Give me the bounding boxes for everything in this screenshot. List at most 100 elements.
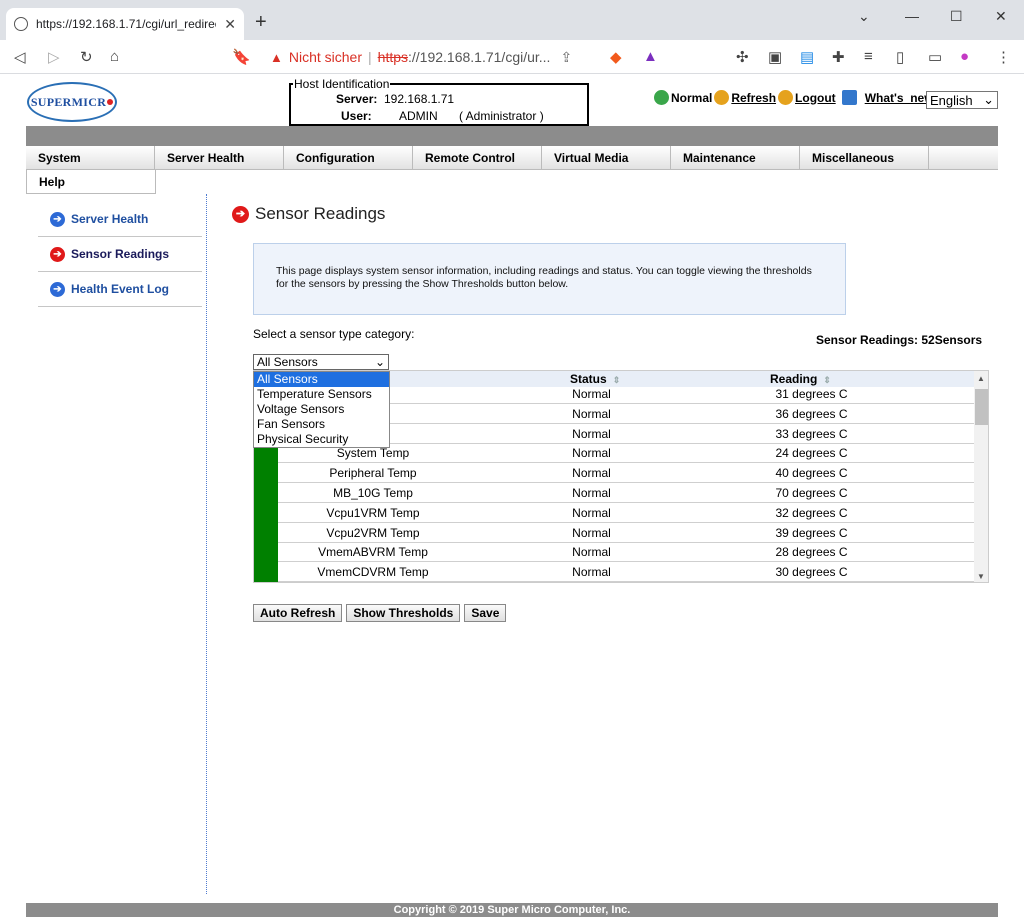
- sidebar-divider: [206, 194, 207, 894]
- menu-maintenance[interactable]: Maintenance: [671, 146, 800, 170]
- menu-remote-control[interactable]: Remote Control: [413, 146, 542, 170]
- option-fan-sensors[interactable]: Fan Sensors: [254, 417, 389, 432]
- status-indicator: [254, 562, 278, 582]
- menu-miscellaneous[interactable]: Miscellaneous: [800, 146, 929, 170]
- sensor-type-dropdown: All Sensors Temperature Sensors Voltage …: [253, 371, 390, 448]
- footer: Copyright © 2019 Super Micro Computer, I…: [26, 903, 998, 917]
- table-scrollbar[interactable]: ▲ ▼: [974, 371, 988, 582]
- new-tab-icon[interactable]: +: [255, 11, 267, 34]
- select-label: Select a sensor type category:: [253, 327, 415, 341]
- sidebar-item-sensor-readings[interactable]: ➔ Sensor Readings: [38, 237, 202, 272]
- sensor-name: Vcpu1VRM Temp: [326, 505, 420, 520]
- back-icon[interactable]: ◁: [14, 48, 26, 66]
- sidebar-item-server-health[interactable]: ➔ Server Health: [38, 202, 202, 237]
- scroll-down-icon[interactable]: ▼: [977, 572, 985, 581]
- main-menu: System Server Health Configuration Remot…: [26, 146, 998, 170]
- menu-help[interactable]: Help: [26, 170, 156, 194]
- playlist-icon[interactable]: ≡: [864, 48, 873, 65]
- brave-shield-icon[interactable]: ◆: [610, 48, 622, 66]
- home-icon[interactable]: ⌂: [110, 48, 119, 65]
- table-row: Peripheral Temp Normal 40 degrees C: [254, 463, 974, 484]
- info-box: This page displays system sensor informa…: [253, 243, 846, 315]
- user-role: ( Administrator ): [459, 109, 544, 123]
- status-indicator: [254, 483, 278, 503]
- arrow-right-icon: ➔: [50, 281, 65, 297]
- puzzle-icon[interactable]: ✚: [832, 48, 845, 66]
- option-physical-security[interactable]: Physical Security: [254, 432, 389, 447]
- menu-system[interactable]: System: [26, 146, 155, 170]
- menu-server-health[interactable]: Server Health: [155, 146, 284, 170]
- sensor-status: Normal: [572, 426, 611, 441]
- rewards-icon[interactable]: ▲: [643, 48, 658, 65]
- option-voltage-sensors[interactable]: Voltage Sensors: [254, 402, 389, 417]
- scroll-up-icon[interactable]: ▲: [977, 374, 985, 383]
- monitor-icon: [841, 90, 857, 105]
- browser-toolbar: ◁ ▷ ↻ ⌂ 🔖 ▲ Nicht sicher | https ://192.…: [0, 40, 1024, 74]
- scroll-thumb[interactable]: [975, 389, 988, 425]
- sensor-name: MB_10G Temp: [333, 486, 413, 500]
- chevron-down-icon[interactable]: ⌄: [858, 8, 870, 25]
- minimize-icon[interactable]: —: [905, 8, 919, 24]
- status-indicator: [254, 463, 278, 484]
- server-label: Server:: [336, 92, 378, 106]
- menu-icon[interactable]: ⋮: [996, 48, 1011, 66]
- language-select[interactable]: English ⌄: [926, 91, 998, 109]
- chevron-down-icon: ⌄: [374, 355, 385, 369]
- bookmark-icon[interactable]: 🔖: [232, 48, 251, 66]
- close-tab-icon[interactable]: ✕: [224, 16, 236, 33]
- avatar[interactable]: ●: [960, 48, 969, 65]
- header-bar: [26, 126, 998, 146]
- sensor-reading: 70 degrees C: [775, 486, 848, 500]
- sensor-reading: 39 degrees C: [775, 525, 848, 540]
- table-row: MB_10G Temp Normal 70 degrees C: [254, 483, 974, 503]
- address-bar[interactable]: ▲ Nicht sicher | https ://192.168.1.71/c…: [262, 44, 592, 70]
- maximize-icon[interactable]: ☐: [950, 8, 963, 25]
- arrow-right-icon: ➔: [50, 211, 65, 227]
- status-label: Normal: [671, 90, 713, 105]
- save-button[interactable]: Save: [464, 604, 507, 622]
- sensor-type-select[interactable]: All Sensors ⌄: [253, 354, 389, 370]
- show-thresholds-button[interactable]: Show Thresholds: [346, 604, 461, 622]
- server-value: 192.168.1.71: [384, 92, 455, 106]
- action-buttons: Auto Refresh Show Thresholds Save: [253, 604, 507, 622]
- sensor-reading: 33 degrees C: [775, 426, 848, 441]
- refresh-link[interactable]: Refresh: [731, 91, 776, 105]
- tab-title: https://192.168.1.71/cgi/url_redirect.c: [36, 17, 216, 31]
- option-temperature-sensors[interactable]: Temperature Sensors: [254, 387, 389, 402]
- whats-new-link[interactable]: What's_new: [865, 91, 934, 105]
- sidebar-icon[interactable]: ▯: [896, 48, 904, 66]
- status-indicator: [254, 502, 278, 523]
- sensor-status: Normal: [572, 565, 611, 580]
- wallet-icon[interactable]: ▭: [928, 48, 942, 66]
- sensor-status: Normal: [572, 387, 611, 401]
- sensor-reading: 24 degrees C: [775, 446, 848, 461]
- reload-icon[interactable]: ↻: [80, 48, 93, 66]
- top-links: Normal Refresh Logout What's_new: [654, 90, 936, 105]
- close-window-icon[interactable]: ✕: [995, 8, 1007, 25]
- logout-link[interactable]: Logout: [795, 91, 836, 105]
- window-icon[interactable]: ▤: [800, 48, 814, 66]
- sensor-status: Normal: [572, 545, 611, 560]
- image-icon[interactable]: ▣: [768, 48, 782, 66]
- browser-tab[interactable]: https://192.168.1.71/cgi/url_redirect.c …: [6, 8, 244, 40]
- logout-icon[interactable]: [778, 90, 794, 105]
- globe-icon: [14, 17, 28, 31]
- menu-configuration[interactable]: Configuration: [284, 146, 413, 170]
- arrow-right-icon: ➔: [232, 205, 249, 223]
- arrow-right-icon: ➔: [50, 246, 65, 262]
- status-indicator: [254, 522, 278, 543]
- extension-icon[interactable]: ✣: [736, 48, 749, 66]
- sensor-name: VmemCDVRM Temp: [317, 565, 429, 580]
- forward-icon[interactable]: ▷: [48, 48, 60, 66]
- sidebar-item-health-event-log[interactable]: ➔ Health Event Log: [38, 272, 202, 307]
- share-icon[interactable]: ⇪: [560, 49, 572, 66]
- status-indicator: [254, 542, 278, 563]
- warning-icon: ▲: [270, 49, 283, 65]
- menu-virtual-media[interactable]: Virtual Media: [542, 146, 671, 170]
- auto-refresh-button[interactable]: Auto Refresh: [253, 604, 343, 622]
- sensor-status: Normal: [572, 505, 611, 520]
- table-row: VmemABVRM Temp Normal 28 degrees C: [254, 542, 974, 563]
- option-all-sensors[interactable]: All Sensors: [254, 372, 389, 387]
- refresh-icon[interactable]: [714, 90, 730, 105]
- sensor-reading: 32 degrees C: [775, 505, 848, 520]
